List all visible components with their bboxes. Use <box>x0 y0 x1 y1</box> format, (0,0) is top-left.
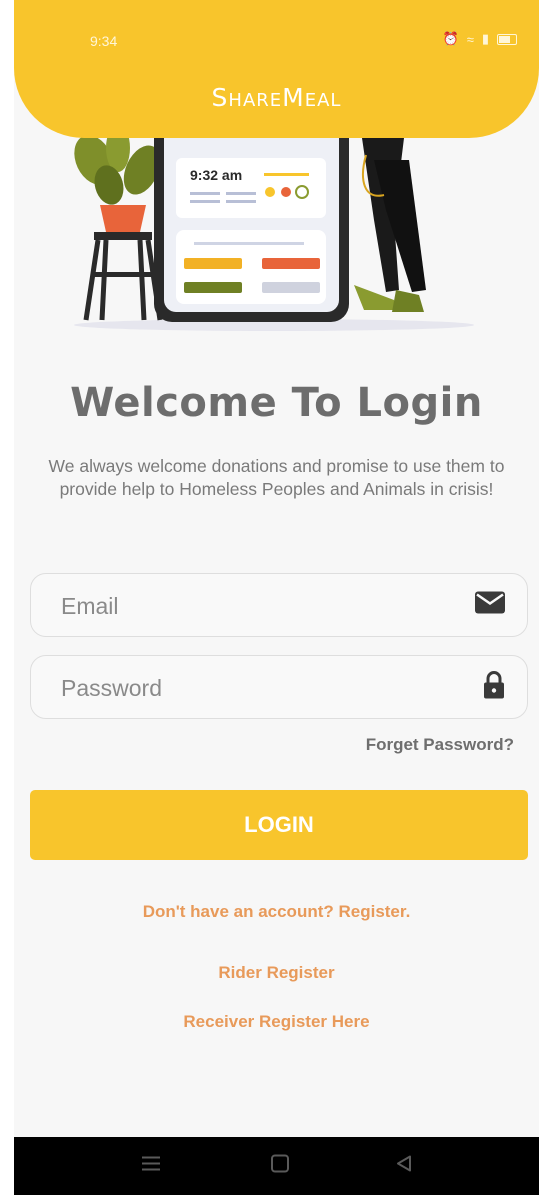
rider-register-link[interactable]: Rider Register <box>14 963 539 983</box>
login-button[interactable]: LOGIN <box>30 790 528 860</box>
person-icon <box>354 128 426 312</box>
password-field[interactable] <box>30 655 528 720</box>
mail-icon <box>475 591 505 619</box>
app-header: 9:34 ⏰ ≈ ▮ ShareMeal <box>14 0 539 138</box>
wifi-icon: ≈ <box>466 31 477 47</box>
home-square-icon[interactable] <box>271 1154 289 1178</box>
welcome-subtitle: We always welcome donations and promise … <box>48 456 505 499</box>
status-icons: ⏰ ≈ ▮ <box>443 31 517 47</box>
back-triangle-icon[interactable] <box>396 1155 412 1178</box>
welcome-title: Welcome To Login <box>70 380 483 426</box>
app-title: ShareMeal <box>211 83 342 112</box>
receiver-register-link[interactable]: Receiver Register Here <box>14 1012 539 1032</box>
status-time: 9:34 <box>90 33 118 49</box>
battery-icon <box>497 33 517 45</box>
phone-time-text: 9:32 am <box>190 167 242 183</box>
signal-icon: ▮ <box>481 31 492 46</box>
plant-icon <box>74 124 163 321</box>
system-navbar <box>14 1137 539 1195</box>
alarm-icon: ⏰ <box>442 31 462 46</box>
email-field[interactable] <box>30 573 528 638</box>
forgot-password-link[interactable]: Forget Password? <box>366 735 514 755</box>
app-screen: 9:34 ⏰ ≈ ▮ ShareMeal 9:32 am Welcome To … <box>14 0 539 1195</box>
register-link[interactable]: Don't have an account? Register. <box>14 902 539 922</box>
menu-icon[interactable] <box>142 1156 160 1177</box>
password-input[interactable] <box>59 656 463 720</box>
lock-icon <box>483 671 505 704</box>
email-input[interactable] <box>59 574 463 638</box>
